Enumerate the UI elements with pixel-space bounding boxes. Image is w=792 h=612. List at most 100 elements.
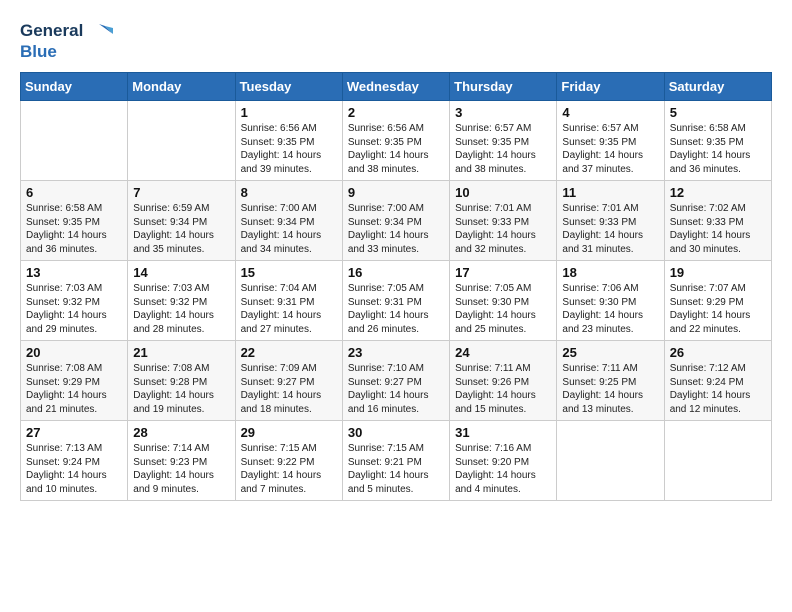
cell-content: Sunrise: 7:15 AM Sunset: 9:22 PM Dayligh… [241,442,337,496]
calendar-cell: 12 Sunrise: 7:02 AM Sunset: 9:33 PM Dayli… [664,181,771,261]
day-number: 5 [670,105,766,120]
calendar-cell: 20Sunrise: 7:08 AM Sunset: 9:29 PM Dayli… [21,341,128,421]
day-number: 20 [26,345,122,360]
cell-content: Sunrise: 7:03 AM Sunset: 9:32 PM Dayligh… [26,282,122,336]
calendar-cell: 6 Sunrise: 6:58 AM Sunset: 9:35 PM Daylig… [21,181,128,261]
calendar-week-2: 6 Sunrise: 6:58 AM Sunset: 9:35 PM Daylig… [21,181,772,261]
calendar-cell: 17 Sunrise: 7:05 AM Sunset: 9:30 PM Dayli… [450,261,557,341]
day-number: 30 [348,425,444,440]
calendar-week-4: 20Sunrise: 7:08 AM Sunset: 9:29 PM Dayli… [21,341,772,421]
calendar-cell: 27 Sunrise: 7:13 AM Sunset: 9:24 PM Dayli… [21,421,128,501]
day-number: 28 [133,425,229,440]
day-number: 31 [455,425,551,440]
cell-content: Sunrise: 7:14 AM Sunset: 9:23 PM Dayligh… [133,442,229,496]
day-number: 1 [241,105,337,120]
calendar-table: SundayMondayTuesdayWednesdayThursdayFrid… [20,72,772,501]
day-number: 15 [241,265,337,280]
calendar-week-5: 27 Sunrise: 7:13 AM Sunset: 9:24 PM Dayli… [21,421,772,501]
page-header: General Blue [20,20,772,62]
weekday-header-friday: Friday [557,73,664,101]
calendar-cell: 13Sunrise: 7:03 AM Sunset: 9:32 PM Dayli… [21,261,128,341]
weekday-header-wednesday: Wednesday [342,73,449,101]
day-number: 27 [26,425,122,440]
cell-content: Sunrise: 6:56 AM Sunset: 9:35 PM Dayligh… [348,122,444,176]
logo-general-text: General [20,21,83,41]
calendar-cell: 23Sunrise: 7:10 AM Sunset: 9:27 PM Dayli… [342,341,449,421]
cell-content: Sunrise: 7:06 AM Sunset: 9:30 PM Dayligh… [562,282,658,336]
weekday-header-sunday: Sunday [21,73,128,101]
day-number: 8 [241,185,337,200]
calendar-week-1: 1 Sunrise: 6:56 AM Sunset: 9:35 PM Daylig… [21,101,772,181]
cell-content: Sunrise: 7:12 AM Sunset: 9:24 PM Dayligh… [670,362,766,416]
cell-content: Sunrise: 6:58 AM Sunset: 9:35 PM Dayligh… [26,202,122,256]
calendar-cell: 14 Sunrise: 7:03 AM Sunset: 9:32 PM Dayli… [128,261,235,341]
calendar-cell: 15 Sunrise: 7:04 AM Sunset: 9:31 PM Dayli… [235,261,342,341]
logo-blue-text: Blue [20,42,57,62]
calendar-cell: 3Sunrise: 6:57 AM Sunset: 9:35 PM Daylig… [450,101,557,181]
day-number: 23 [348,345,444,360]
calendar-cell: 22Sunrise: 7:09 AM Sunset: 9:27 PM Dayli… [235,341,342,421]
calendar-cell: 1 Sunrise: 6:56 AM Sunset: 9:35 PM Daylig… [235,101,342,181]
weekday-header-saturday: Saturday [664,73,771,101]
calendar-cell [557,421,664,501]
calendar-cell: 8 Sunrise: 7:00 AM Sunset: 9:34 PM Daylig… [235,181,342,261]
calendar-cell [128,101,235,181]
cell-content: Sunrise: 7:00 AM Sunset: 9:34 PM Dayligh… [241,202,337,256]
cell-content: Sunrise: 7:01 AM Sunset: 9:33 PM Dayligh… [455,202,551,256]
day-number: 24 [455,345,551,360]
cell-content: Sunrise: 6:56 AM Sunset: 9:35 PM Dayligh… [241,122,337,176]
day-number: 16 [348,265,444,280]
day-number: 18 [562,265,658,280]
day-number: 26 [670,345,766,360]
calendar-cell: 30 Sunrise: 7:15 AM Sunset: 9:21 PM Dayli… [342,421,449,501]
day-number: 19 [670,265,766,280]
cell-content: Sunrise: 7:04 AM Sunset: 9:31 PM Dayligh… [241,282,337,336]
cell-content: Sunrise: 6:57 AM Sunset: 9:35 PM Dayligh… [562,122,658,176]
logo: General Blue [20,20,113,62]
day-number: 7 [133,185,229,200]
cell-content: Sunrise: 6:58 AM Sunset: 9:35 PM Dayligh… [670,122,766,176]
calendar-cell: 18 Sunrise: 7:06 AM Sunset: 9:30 PM Dayli… [557,261,664,341]
calendar-cell: 4 Sunrise: 6:57 AM Sunset: 9:35 PM Daylig… [557,101,664,181]
day-number: 12 [670,185,766,200]
cell-content: Sunrise: 7:13 AM Sunset: 9:24 PM Dayligh… [26,442,122,496]
cell-content: Sunrise: 7:05 AM Sunset: 9:31 PM Dayligh… [348,282,444,336]
day-number: 10 [455,185,551,200]
calendar-cell: 26 Sunrise: 7:12 AM Sunset: 9:24 PM Dayli… [664,341,771,421]
cell-content: Sunrise: 7:16 AM Sunset: 9:20 PM Dayligh… [455,442,551,496]
day-number: 29 [241,425,337,440]
cell-content: Sunrise: 7:00 AM Sunset: 9:34 PM Dayligh… [348,202,444,256]
cell-content: Sunrise: 7:03 AM Sunset: 9:32 PM Dayligh… [133,282,229,336]
weekday-header-tuesday: Tuesday [235,73,342,101]
cell-content: Sunrise: 7:07 AM Sunset: 9:29 PM Dayligh… [670,282,766,336]
cell-content: Sunrise: 6:57 AM Sunset: 9:35 PM Dayligh… [455,122,551,176]
cell-content: Sunrise: 7:09 AM Sunset: 9:27 PM Dayligh… [241,362,337,416]
calendar-cell [21,101,128,181]
day-number: 6 [26,185,122,200]
cell-content: Sunrise: 7:08 AM Sunset: 9:28 PM Dayligh… [133,362,229,416]
calendar-cell: 7 Sunrise: 6:59 AM Sunset: 9:34 PM Daylig… [128,181,235,261]
calendar-cell: 11Sunrise: 7:01 AM Sunset: 9:33 PM Dayli… [557,181,664,261]
day-number: 4 [562,105,658,120]
cell-content: Sunrise: 6:59 AM Sunset: 9:34 PM Dayligh… [133,202,229,256]
cell-content: Sunrise: 7:15 AM Sunset: 9:21 PM Dayligh… [348,442,444,496]
calendar-cell: 25 Sunrise: 7:11 AM Sunset: 9:25 PM Dayli… [557,341,664,421]
day-number: 25 [562,345,658,360]
cell-content: Sunrise: 7:02 AM Sunset: 9:33 PM Dayligh… [670,202,766,256]
cell-content: Sunrise: 7:05 AM Sunset: 9:30 PM Dayligh… [455,282,551,336]
weekday-header-row: SundayMondayTuesdayWednesdayThursdayFrid… [21,73,772,101]
cell-content: Sunrise: 7:11 AM Sunset: 9:26 PM Dayligh… [455,362,551,416]
calendar-cell: 21 Sunrise: 7:08 AM Sunset: 9:28 PM Dayli… [128,341,235,421]
logo-bird-icon [85,20,113,42]
weekday-header-monday: Monday [128,73,235,101]
calendar-cell: 28 Sunrise: 7:14 AM Sunset: 9:23 PM Dayli… [128,421,235,501]
calendar-cell: 9 Sunrise: 7:00 AM Sunset: 9:34 PM Daylig… [342,181,449,261]
day-number: 21 [133,345,229,360]
cell-content: Sunrise: 7:01 AM Sunset: 9:33 PM Dayligh… [562,202,658,256]
day-number: 17 [455,265,551,280]
day-number: 14 [133,265,229,280]
weekday-header-thursday: Thursday [450,73,557,101]
calendar-week-3: 13Sunrise: 7:03 AM Sunset: 9:32 PM Dayli… [21,261,772,341]
cell-content: Sunrise: 7:11 AM Sunset: 9:25 PM Dayligh… [562,362,658,416]
day-number: 9 [348,185,444,200]
